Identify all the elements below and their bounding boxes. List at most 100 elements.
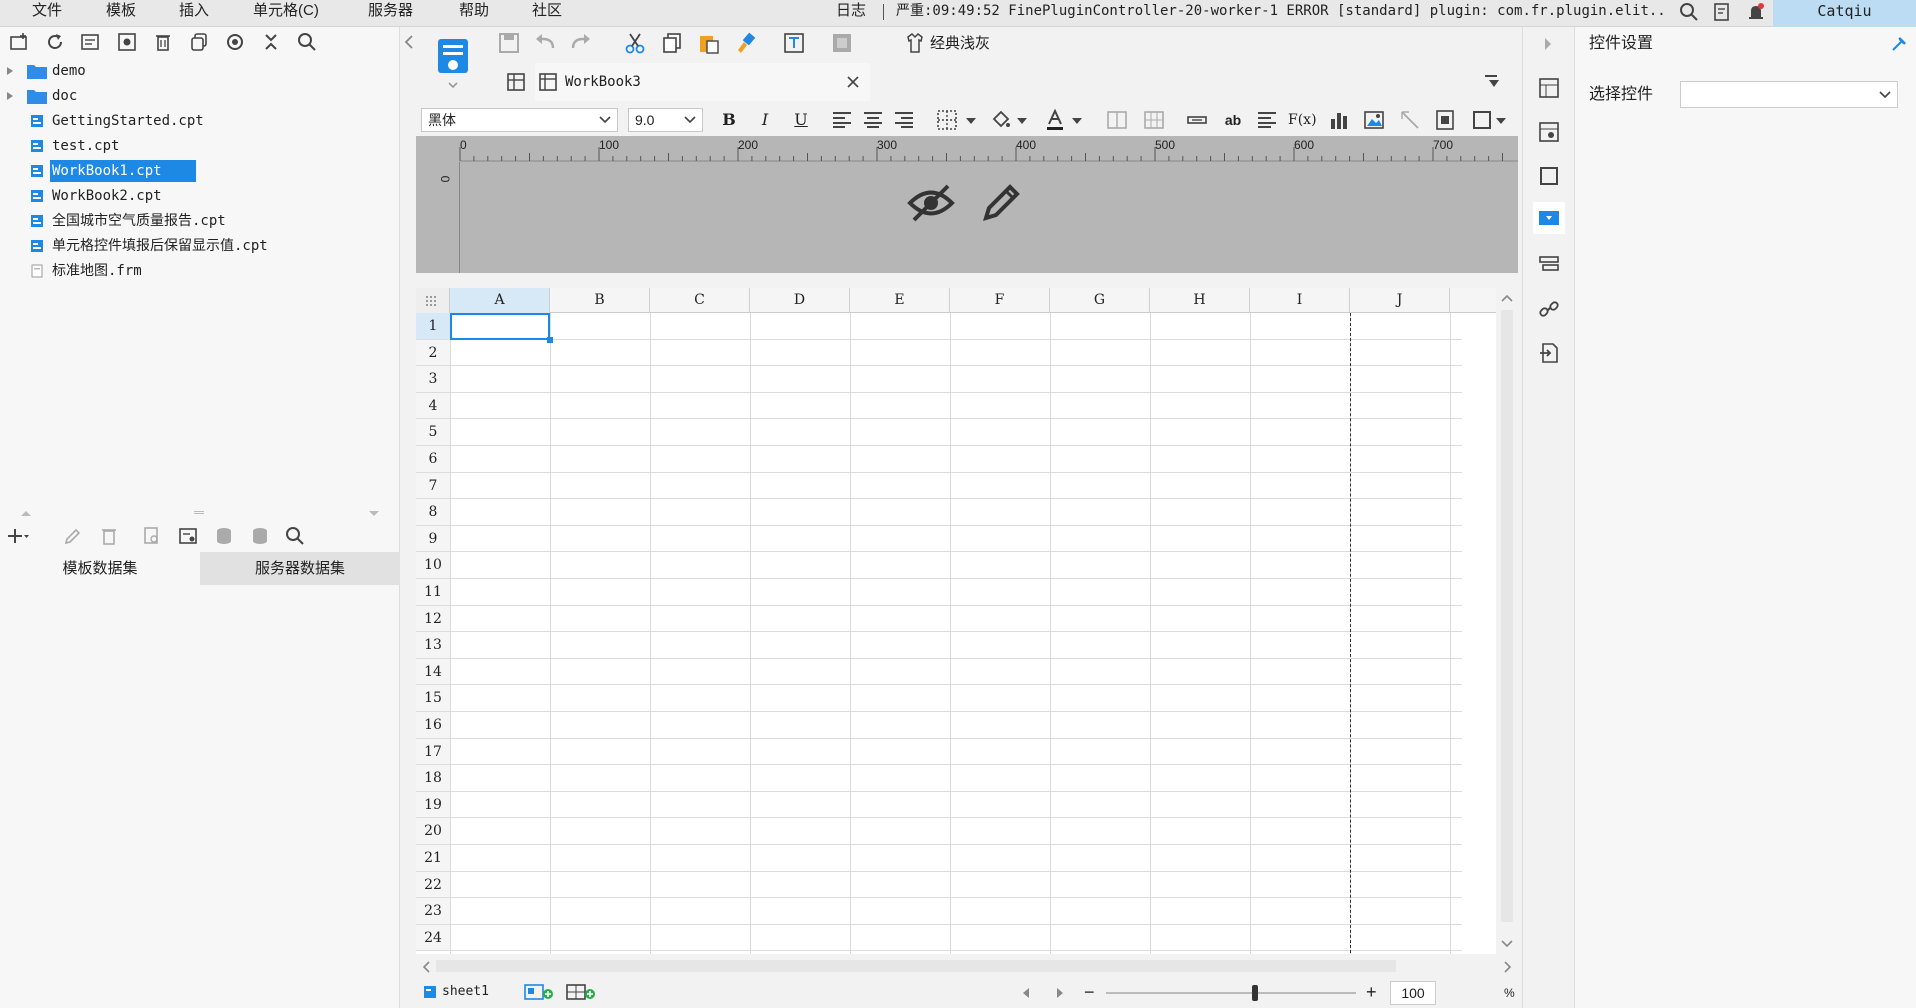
menu-server[interactable]: 服务器 (368, 0, 413, 27)
tab-template-dataset[interactable]: 模板数据集 (0, 552, 200, 585)
search-icon[interactable] (296, 31, 318, 53)
row-header[interactable]: 9 (416, 525, 450, 553)
row-header[interactable]: 12 (416, 605, 450, 633)
row-header[interactable]: 4 (416, 392, 450, 420)
theme-icon[interactable] (904, 32, 926, 54)
row-header[interactable]: 10 (416, 552, 450, 579)
align-justify-icon[interactable] (1256, 109, 1278, 131)
col-header-b[interactable]: B (550, 288, 650, 313)
row-header[interactable]: 21 (416, 845, 450, 872)
insert-row-icon[interactable] (1186, 109, 1208, 131)
delete-icon[interactable] (152, 31, 174, 53)
col-header-e[interactable]: E (850, 288, 950, 313)
frame-icon[interactable] (1471, 109, 1493, 131)
horizontal-scrollbar[interactable] (416, 955, 1518, 977)
add-poly-sheet-icon[interactable] (566, 982, 596, 1002)
export-icon[interactable] (1538, 342, 1560, 364)
font-color-icon[interactable] (1044, 109, 1066, 131)
row-header[interactable]: 24 (416, 924, 450, 952)
select-all-corner[interactable] (416, 288, 450, 313)
dataset-params-icon[interactable] (177, 525, 199, 547)
format-painter-icon[interactable] (734, 32, 756, 54)
search-icon[interactable] (284, 525, 306, 547)
zoom-slider-track[interactable] (1106, 992, 1356, 994)
underline-button[interactable]: U (790, 109, 812, 131)
database-icon[interactable] (213, 525, 235, 547)
log-button[interactable]: 日志 (836, 0, 866, 27)
log-message[interactable]: 严重:09:49:52 FinePluginController-20-work… (896, 0, 1666, 27)
row-header[interactable]: 2 (416, 339, 450, 367)
row-header[interactable]: 22 (416, 871, 450, 899)
refresh-icon[interactable] (44, 31, 66, 53)
spreadsheet-grid[interactable]: A B C D E F G H I J 1 2 3 4 5 6 7 8 9 10 11 12 13 14 1… (416, 288, 1496, 954)
cell-attribute-icon[interactable] (1538, 121, 1560, 143)
menu-community[interactable]: 社区 (532, 0, 562, 27)
zoom-in-button[interactable]: + (1366, 980, 1377, 1004)
subreport-icon[interactable] (1434, 109, 1456, 131)
menu-insert[interactable]: 插入 (179, 0, 209, 27)
undo-icon[interactable] (534, 32, 556, 54)
chevron-down-icon[interactable] (1072, 118, 1082, 124)
row-header[interactable]: 20 (416, 818, 450, 845)
split-cells-icon[interactable] (1143, 109, 1165, 131)
search-icon[interactable] (1678, 1, 1700, 23)
collapse-icon[interactable] (260, 31, 282, 53)
bold-button[interactable]: B (718, 109, 740, 131)
save-icon[interactable] (498, 32, 520, 54)
cut-icon[interactable] (624, 32, 646, 54)
copy-icon[interactable] (661, 32, 683, 54)
fill-handle[interactable] (547, 337, 553, 343)
row-header[interactable]: 11 (416, 579, 450, 606)
chart-icon[interactable] (1328, 109, 1350, 131)
scroll-up-icon[interactable] (1501, 294, 1513, 302)
paste-icon[interactable] (698, 32, 720, 54)
panel-splitter[interactable] (0, 508, 400, 518)
chevron-down-icon[interactable] (1496, 118, 1506, 124)
report-grid-icon[interactable] (505, 71, 527, 93)
pin-icon[interactable] (1891, 36, 1907, 52)
grid-settings-icon[interactable] (116, 31, 138, 53)
col-header-g[interactable]: G (1050, 288, 1150, 313)
user-name[interactable]: Catqiu (1773, 0, 1916, 27)
row-header[interactable]: 23 (416, 898, 450, 925)
row-header[interactable]: 3 (416, 366, 450, 393)
row-header[interactable]: 17 (416, 738, 450, 766)
row-header[interactable]: 18 (416, 765, 450, 792)
col-header-d[interactable]: D (750, 288, 850, 313)
align-center-icon[interactable] (862, 109, 884, 131)
wrap-text-button[interactable]: ab (1222, 109, 1244, 131)
new-folder-icon[interactable] (8, 31, 30, 53)
scroll-left-icon[interactable] (422, 961, 430, 973)
bell-icon[interactable] (1745, 1, 1767, 23)
merge-cells-icon[interactable] (1106, 109, 1128, 131)
row-header[interactable]: 5 (416, 419, 450, 446)
tab-menu-icon[interactable] (1483, 73, 1501, 91)
preview-dataset-icon[interactable] (141, 525, 163, 547)
condition-icon[interactable] (1538, 253, 1560, 275)
col-header-i[interactable]: I (1250, 288, 1350, 313)
copy-icon[interactable] (188, 31, 210, 53)
chevron-down-icon[interactable] (966, 118, 976, 124)
row-header[interactable]: 13 (416, 632, 450, 659)
add-report-sheet-icon[interactable] (524, 982, 554, 1002)
font-name-select[interactable]: 黑体 (421, 108, 618, 132)
selected-cell[interactable] (450, 313, 550, 340)
tab-workbook3[interactable]: WorkBook3 (535, 63, 870, 101)
row-header[interactable]: 14 (416, 658, 450, 686)
hyperlink-icon[interactable] (1538, 298, 1560, 320)
close-tab-icon[interactable] (847, 76, 859, 88)
menu-file[interactable]: 文件 (32, 0, 62, 27)
float-element-icon[interactable] (1538, 165, 1560, 187)
tab-server-dataset[interactable]: 服务器数据集 (200, 552, 400, 585)
scroll-down-icon[interactable] (1501, 940, 1513, 948)
row-header[interactable]: 7 (416, 472, 450, 500)
italic-button[interactable]: I (754, 109, 776, 131)
prev-sheet-icon[interactable] (1022, 988, 1030, 998)
pencil-icon[interactable] (980, 180, 1024, 224)
chevron-down-icon[interactable] (684, 116, 696, 124)
vertical-scrollbar[interactable] (1496, 288, 1518, 954)
align-left-icon[interactable] (831, 109, 853, 131)
zoom-slider-thumb[interactable] (1252, 985, 1258, 1001)
insert-text-icon[interactable] (783, 32, 805, 54)
scrollbar-thumb[interactable] (436, 960, 1396, 972)
